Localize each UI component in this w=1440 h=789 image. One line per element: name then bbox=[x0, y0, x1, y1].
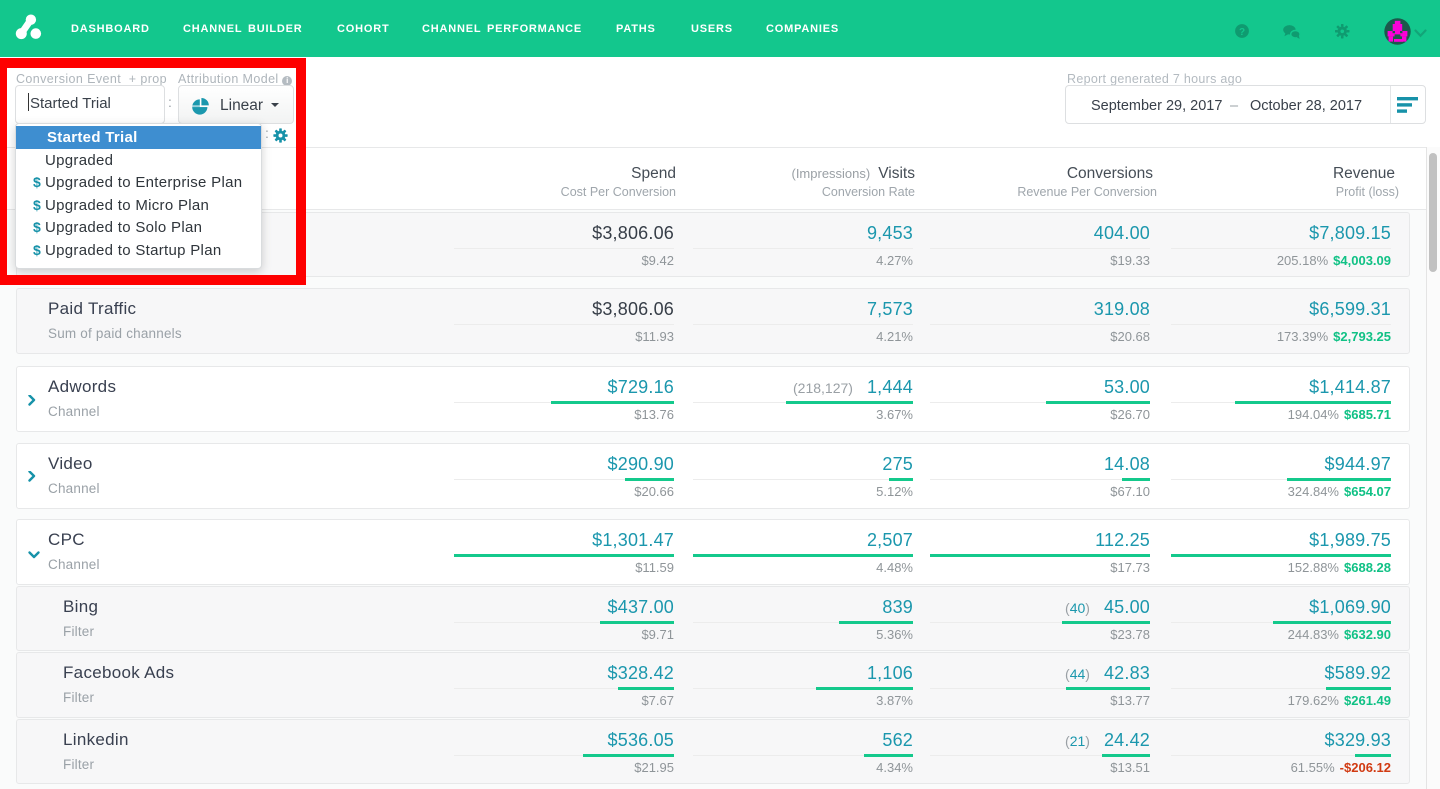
svg-text:?: ? bbox=[1239, 27, 1245, 38]
